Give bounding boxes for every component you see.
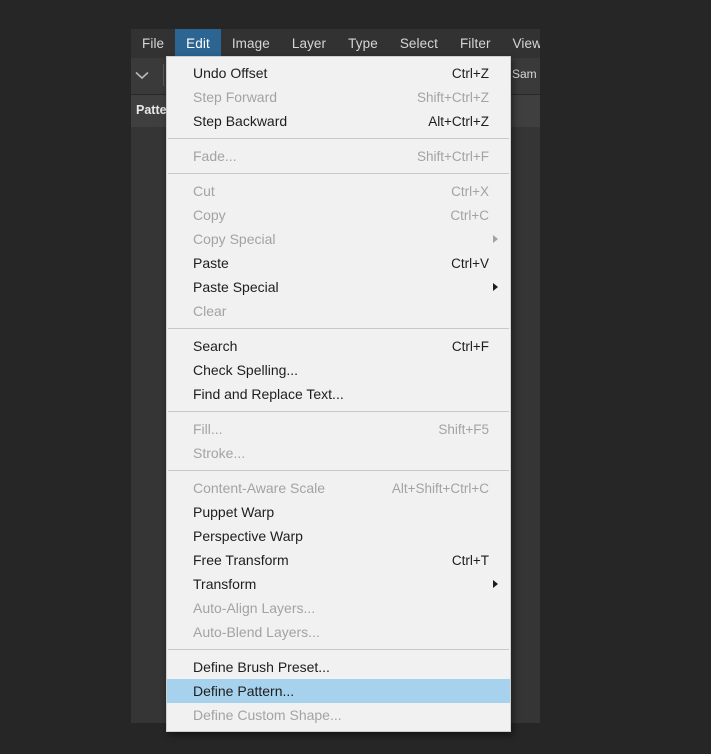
- menu-item-shortcut: Alt+Shift+Ctrl+C: [391, 480, 489, 496]
- menu-item-shortcut: Alt+Ctrl+Z: [428, 113, 489, 129]
- menu-item-fill: Fill... Shift+F5: [167, 417, 510, 441]
- menu-item-label: Puppet Warp: [193, 504, 275, 520]
- menu-item-stroke: Stroke...: [167, 441, 510, 465]
- menu-item-label: Paste Special: [193, 279, 279, 295]
- menu-item-label: Check Spelling...: [193, 362, 299, 378]
- menu-item-search[interactable]: Search Ctrl+F: [167, 334, 510, 358]
- menu-item-label: Step Forward: [193, 89, 278, 105]
- menu-item-shortcut: Ctrl+Z: [451, 65, 489, 81]
- submenu-arrow-icon: [493, 580, 498, 588]
- menu-item-label: Content-Aware Scale: [193, 480, 326, 496]
- menu-item-free-transform[interactable]: Free Transform Ctrl+T: [167, 548, 510, 572]
- menu-item-paste-special[interactable]: Paste Special: [167, 275, 510, 299]
- menu-item-transform[interactable]: Transform: [167, 572, 510, 596]
- menu-item-label: Paste: [193, 255, 229, 271]
- submenu-arrow-icon: [493, 283, 498, 291]
- menu-item-shortcut: Shift+Ctrl+F: [416, 148, 489, 164]
- menu-item-shortcut: Ctrl+C: [450, 207, 489, 223]
- menu-item-label: Search: [193, 338, 238, 354]
- menu-separator: [168, 411, 509, 412]
- menu-item-label: Clear: [193, 303, 227, 319]
- menu-item-shortcut: Ctrl+X: [451, 183, 489, 199]
- menu-item-shortcut: Ctrl+V: [451, 255, 489, 271]
- menu-separator: [168, 138, 509, 139]
- menu-item-label: Copy Special: [193, 231, 276, 247]
- menu-separator: [168, 649, 509, 650]
- menu-item-define-custom-shape: Define Custom Shape...: [167, 703, 510, 727]
- menu-item-shortcut: Shift+Ctrl+Z: [416, 89, 489, 105]
- menu-item-step-backward[interactable]: Step Backward Alt+Ctrl+Z: [167, 109, 510, 133]
- edit-dropdown-menu: Undo Offset Ctrl+Z Step Forward Shift+Ctrl+…: [166, 56, 511, 732]
- submenu-arrow-icon: [493, 235, 498, 243]
- menu-item-label: Define Custom Shape...: [193, 707, 342, 723]
- menu-item-label: Copy: [193, 207, 226, 223]
- menu-item-fade: Fade... Shift+Ctrl+F: [167, 144, 510, 168]
- menu-item-step-forward: Step Forward Shift+Ctrl+Z: [167, 85, 510, 109]
- menu-item-paste[interactable]: Paste Ctrl+V: [167, 251, 510, 275]
- menu-item-copy-special: Copy Special: [167, 227, 510, 251]
- menu-separator: [168, 173, 509, 174]
- menubar-item-type[interactable]: Type: [337, 29, 389, 58]
- menu-item-shortcut: Ctrl+T: [451, 552, 489, 568]
- options-bar-divider: [163, 64, 164, 86]
- menu-item-find-and-replace-text[interactable]: Find and Replace Text...: [167, 382, 510, 406]
- menu-item-label: Define Brush Preset...: [193, 659, 330, 675]
- menu-item-label: Step Backward: [193, 113, 288, 129]
- menubar-item-file[interactable]: File: [131, 29, 175, 58]
- menu-item-label: Perspective Warp: [193, 528, 303, 544]
- panel-tab-patterns[interactable]: Patte: [136, 103, 167, 117]
- menu-item-label: Stroke...: [193, 445, 246, 461]
- menu-item-perspective-warp[interactable]: Perspective Warp: [167, 524, 510, 548]
- menubar-item-view[interactable]: View: [502, 29, 540, 58]
- menu-item-label: Fill...: [193, 421, 223, 437]
- menu-item-puppet-warp[interactable]: Puppet Warp: [167, 500, 510, 524]
- menu-item-label: Define Pattern...: [193, 683, 295, 699]
- menu-item-label: Fade...: [193, 148, 237, 164]
- menubar-item-select[interactable]: Select: [389, 29, 449, 58]
- menu-item-clear: Clear: [167, 299, 510, 323]
- menubar-item-edit[interactable]: Edit: [175, 29, 221, 58]
- menubar-item-image[interactable]: Image: [221, 29, 281, 58]
- menu-item-label: Undo Offset: [193, 65, 268, 81]
- sample-label: Sam: [512, 67, 537, 81]
- menu-separator: [168, 470, 509, 471]
- menu-item-shortcut: Ctrl+F: [451, 338, 489, 354]
- menubar-item-filter[interactable]: Filter: [449, 29, 502, 58]
- menu-item-undo-offset[interactable]: Undo Offset Ctrl+Z: [167, 61, 510, 85]
- menu-item-shortcut: Shift+F5: [438, 421, 489, 437]
- menu-item-auto-blend-layers: Auto-Blend Layers...: [167, 620, 510, 644]
- menu-item-check-spelling[interactable]: Check Spelling...: [167, 358, 510, 382]
- menu-item-define-pattern[interactable]: Define Pattern...: [167, 679, 510, 703]
- menu-item-label: Auto-Blend Layers...: [193, 624, 320, 640]
- menu-item-define-brush-preset[interactable]: Define Brush Preset...: [167, 655, 510, 679]
- menu-item-label: Transform: [193, 576, 257, 592]
- menu-item-label: Find and Replace Text...: [193, 386, 344, 402]
- menu-separator: [168, 328, 509, 329]
- menu-item-label: Free Transform: [193, 552, 289, 568]
- menu-item-copy: Copy Ctrl+C: [167, 203, 510, 227]
- menu-item-auto-align-layers: Auto-Align Layers...: [167, 596, 510, 620]
- menubar-item-layer[interactable]: Layer: [281, 29, 337, 58]
- chevron-down-icon[interactable]: [131, 59, 153, 92]
- menu-item-cut: Cut Ctrl+X: [167, 179, 510, 203]
- menu-item-label: Auto-Align Layers...: [193, 600, 316, 616]
- menu-item-content-aware-scale: Content-Aware Scale Alt+Shift+Ctrl+C: [167, 476, 510, 500]
- menu-item-label: Cut: [193, 183, 215, 199]
- menu-bar: File Edit Image Layer Type Select Filter View: [131, 29, 540, 58]
